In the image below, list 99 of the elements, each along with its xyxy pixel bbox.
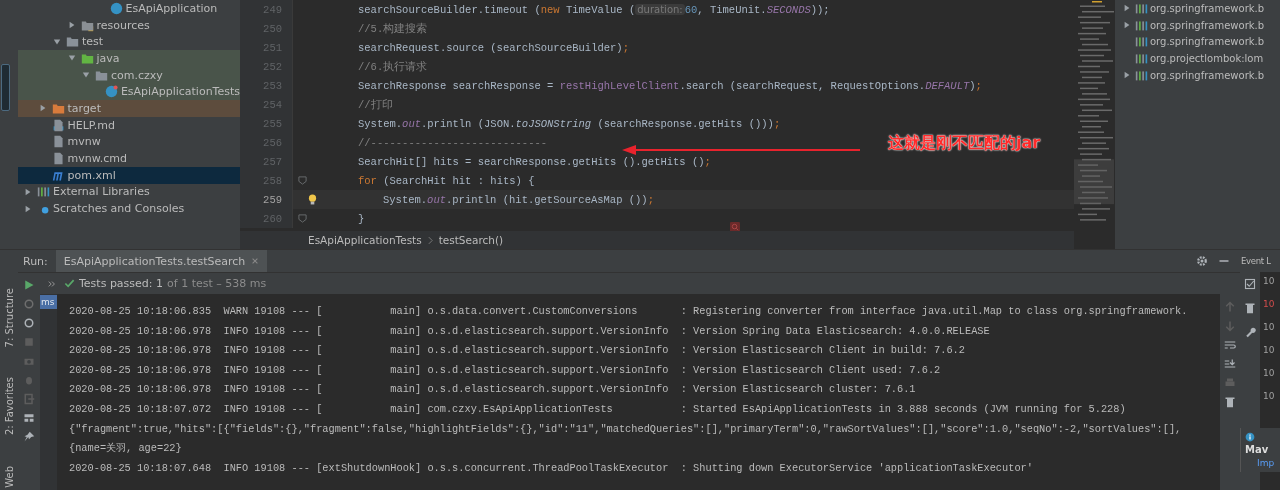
console-line: 2020-08-25 10:18:06.978 INFO 19108 --- [ main] o.s.d.elasticsearch.support.VersionInfo : Version Elasticsearch Client in build: 7.6.2: [69, 343, 966, 359]
class-icon: [109, 1, 123, 15]
tree-item[interactable]: test: [18, 33, 240, 51]
notification-link[interactable]: Imp: [1245, 457, 1276, 468]
expand-arrow-icon[interactable]: [1123, 4, 1131, 13]
dependency-item[interactable]: org.springframework.b: [1115, 33, 1280, 51]
code-line: System.out.println (JSON.toJSONString (searchResponse.getHits ()));: [358, 117, 781, 130]
console-line: 2020-08-25 10:18:06.978 INFO 19108 --- [ main] o.s.d.elasticsearch.support.VersionInfo : Version Elasticsearch Client used: 7.6.2: [69, 362, 942, 378]
expand-arrow-icon[interactable]: [67, 21, 76, 30]
library-icon: [1135, 35, 1148, 49]
tree-item[interactable]: mvnw.cmd: [18, 150, 240, 167]
code-line: //5.构建搜索: [358, 21, 428, 36]
close-icon[interactable]: [251, 257, 260, 265]
library-icon: [1135, 68, 1148, 82]
expand-arrow-icon[interactable]: [24, 187, 32, 196]
expand-arrow-icon[interactable]: [1123, 21, 1131, 30]
package-icon: [95, 68, 108, 82]
console-line: 2020-08-25 10:18:07.648 INFO 19108 --- [extShutdownHook] o.s.s.concurrent.ThreadPoolTaskExecutor : Shutting down ExecutorService 'applicationTaskExecutor': [69, 460, 1034, 476]
trash-icon[interactable]: [1224, 396, 1236, 408]
event-timestamp: 10: [1263, 276, 1275, 286]
dependency-item[interactable]: org.springframework.b: [1115, 16, 1280, 34]
code-line: searchSourceBuilder.timeout (new TimeValue ( duration: 60, TimeUnit.SECONDS));: [358, 3, 830, 16]
tree-item[interactable]: mvnw: [18, 133, 240, 151]
tree-item[interactable]: External Libraries: [18, 183, 240, 201]
tree-item[interactable]: target: [18, 100, 240, 117]
layout-icon[interactable]: [23, 412, 35, 424]
expand-arrow-icon[interactable]: [38, 104, 47, 113]
resources-icon: [80, 18, 94, 32]
console-line: {"fragment":true,"hits":[{"fields":{},"fragment":false,"highlightFields":{},"id":"11","matchedQueries":[],"primaryTerm":0,"rawSortValues":[],"score":1.0,"seqNo":-2,"sortValues":[],: [69, 421, 1183, 437]
expand-arrow-icon[interactable]: [53, 37, 61, 46]
tree-item[interactable]: java: [18, 50, 240, 67]
code-line: //打印: [358, 97, 393, 112]
expand-arrow-icon[interactable]: [67, 54, 76, 63]
console-line: 2020-08-25 10:18:06.835 WARN 19108 --- [ main] o.s.data.convert.CustomConversions : Registering converter from interface java.util.Map to class org.springframework.: [69, 304, 1189, 319]
wrench-icon[interactable]: [1244, 326, 1256, 338]
soft-wrap-icon[interactable]: [1224, 339, 1236, 351]
event-timestamp: 10: [1263, 299, 1275, 309]
checklist-icon[interactable]: [1244, 278, 1256, 290]
console-line: 2020-08-25 10:18:07.072 INFO 19108 --- [ main] com.czxy.EsApiApplicationTests : Started EsApiApplicationTests in 3.888 seconds (JVM running for 5.228): [69, 401, 1127, 417]
library-icon: [1135, 51, 1148, 65]
event-timestamp: 10: [1263, 322, 1275, 332]
console-line: {name=关羽, age=22}: [69, 441, 183, 457]
run-label: Run:: [22, 254, 49, 268]
test-status: Tests passed: 1: [79, 277, 164, 290]
dependency-item[interactable]: org.springframework.b: [1115, 0, 1280, 17]
scroll-meter-icon: [1, 64, 10, 111]
event-timestamp: 10: [1263, 391, 1275, 401]
tree-item[interactable]: HELP.md: [18, 116, 240, 134]
settings-icon[interactable]: [1196, 255, 1208, 267]
breadcrumb-item[interactable]: EsApiApplicationTests: [308, 234, 422, 247]
chevron-icon: [427, 235, 433, 245]
event-timestamp: 10: [1263, 345, 1275, 355]
library-icon: [1135, 1, 1148, 15]
tree-item[interactable]: EsApiApplicationTests: [18, 83, 240, 101]
tree-item[interactable]: EsApiApplication: [18, 0, 240, 17]
fold-marker-icon[interactable]: [298, 214, 307, 223]
code-line: searchRequest.source (searchSourceBuilder);: [358, 41, 629, 54]
code-line: //----------------------------: [358, 136, 548, 149]
expand-arrow-icon[interactable]: [24, 204, 32, 213]
expand-chevron-icon[interactable]: [48, 279, 56, 288]
markdown-icon: [51, 118, 65, 132]
folder-icon: [66, 35, 79, 49]
pin-icon[interactable]: [23, 431, 35, 443]
scroll-to-end-icon[interactable]: [1224, 358, 1236, 370]
code-line: SearchResponse searchResponse = restHighLevelClient.search (searchRequest, RequestOptions.DEFAULT);: [358, 79, 982, 92]
code-line: SearchHit[] hits = searchResponse.getHits ().getHits ();: [358, 155, 711, 168]
breadcrumb-item[interactable]: testSearch(): [438, 234, 504, 247]
library-icon: [1135, 18, 1148, 32]
console-line: 2020-08-25 10:18:06.978 INFO 19108 --- [ main] o.s.d.elasticsearch.support.VersionInfo : Version Elasticsearch cluster: 7.6.1: [69, 382, 917, 398]
annotation-text: 这就是刚不匹配的jar: [888, 133, 1041, 154]
expand-arrow-icon[interactable]: [82, 71, 90, 80]
dependency-item[interactable]: org.springframework.b: [1115, 66, 1280, 84]
run-tab[interactable]: EsApiApplicationTests.testSearch: [55, 250, 268, 272]
tool-window-tab[interactable]: Web: [3, 465, 15, 488]
file-icon: [51, 135, 65, 149]
time-badge: ms: [40, 295, 57, 309]
library-icon: [37, 185, 50, 199]
tree-item[interactable]: Scratches and Consoles: [18, 200, 240, 217]
fold-marker-icon[interactable]: [298, 176, 307, 185]
info-icon: [1245, 432, 1255, 443]
dependency-item[interactable]: org.projectlombok:lom: [1115, 50, 1280, 67]
trash-icon[interactable]: [1244, 302, 1256, 314]
console-line: 2020-08-25 10:18:06.978 INFO 19108 --- [ main] o.s.d.elasticsearch.support.VersionInfo : Version Spring Data Elasticsearch: 4.0.0.RELEASE: [69, 323, 991, 339]
tool-window-tab[interactable]: 7: Structure: [3, 288, 15, 348]
code-line: }: [358, 212, 365, 225]
test-class-icon: [104, 85, 118, 99]
code-line: System.out.println (hit.getSourceAsMap ());: [382, 193, 654, 206]
code-line: //6.执行请求: [358, 59, 428, 74]
tool-window-tab[interactable]: 2: Favorites: [3, 377, 15, 436]
notification-title: Mav: [1245, 444, 1269, 456]
expand-arrow-icon[interactable]: [1123, 71, 1131, 80]
test-status-detail: of 1 test – 538 ms: [167, 277, 267, 290]
checkmark-icon: [64, 278, 75, 289]
code-line: for (SearchHit hit : hits) {: [358, 174, 535, 187]
run-icon[interactable]: [23, 279, 35, 291]
lightbulb-icon[interactable]: [308, 194, 317, 205]
event-timestamp: 10: [1263, 368, 1275, 378]
tree-item[interactable]: pom.xml: [18, 166, 240, 184]
tree-item[interactable]: resources: [18, 16, 240, 34]
